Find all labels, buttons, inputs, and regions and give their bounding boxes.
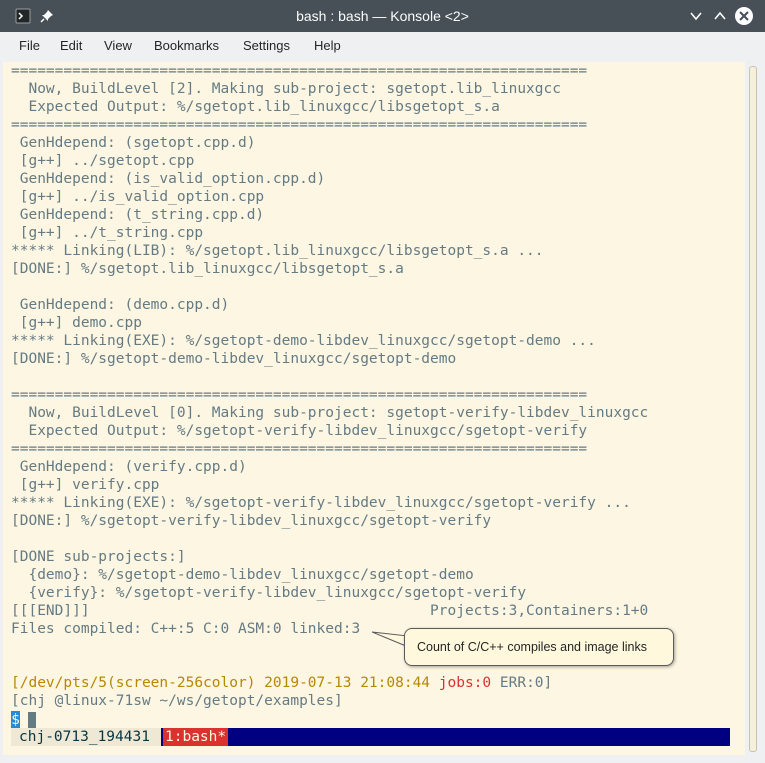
terminal-line: [DONE:] %/sgetopt-verify-libdev_linuxgcc… bbox=[11, 513, 492, 529]
terminal-line: GenHdepend: (verify.cpp.d) bbox=[11, 459, 247, 475]
terminal-line: Expected Output: %/sgetopt-verify-libdev… bbox=[11, 423, 588, 439]
terminal-line: [DONE sub-projects:] bbox=[11, 549, 186, 565]
close-icon[interactable] bbox=[734, 6, 754, 26]
terminal-line: ***** Linking(EXE): %/sgetopt-verify-lib… bbox=[11, 495, 631, 511]
menu-bar: File Edit View Bookmarks Settings Help bbox=[0, 32, 765, 60]
menu-edit[interactable]: Edit bbox=[60, 32, 82, 60]
konsole-window: bash : bash — Konsole <2> File Edit View… bbox=[0, 0, 765, 763]
terminal-line: GenHdepend: (sgetopt.cpp.d) bbox=[11, 135, 256, 151]
screen-window-tab[interactable]: 1:bash* bbox=[163, 728, 229, 746]
terminal-line: ***** Linking(LIB): %/sgetopt.lib_linuxg… bbox=[11, 243, 544, 259]
terminal-line: [[[END]]] Projects:3,Containers:1+0 bbox=[11, 603, 649, 619]
menu-view[interactable]: View bbox=[104, 32, 132, 60]
terminal-line: [g++] ../t_string.cpp bbox=[11, 225, 204, 241]
menu-bookmarks[interactable]: Bookmarks bbox=[154, 32, 219, 60]
terminal-line: GenHdepend: (demo.cpp.d) bbox=[11, 297, 230, 313]
text-cursor bbox=[28, 712, 36, 728]
prompt-jobs: jobs:0 bbox=[438, 675, 492, 691]
menu-help[interactable]: Help bbox=[314, 32, 341, 60]
terminal-line: [g++] ../is_valid_option.cpp bbox=[11, 189, 265, 205]
terminal-line: Now, BuildLevel [2]. Making sub-project:… bbox=[11, 81, 561, 97]
prompt-user-line: [chj @linux-71sw ~/ws/getopt/examples] bbox=[11, 693, 343, 709]
terminal-line: GenHdepend: (t_string.cpp.d) bbox=[11, 207, 265, 223]
annotation-callout: Count of C/C++ compiles and image links bbox=[404, 628, 674, 666]
maximize-icon[interactable] bbox=[711, 7, 729, 25]
screen-session-name: chj-0713_194431 bbox=[11, 728, 161, 746]
title-bar[interactable]: bash : bash — Konsole <2> bbox=[0, 0, 765, 32]
prompt-err: ERR:0] bbox=[491, 675, 553, 691]
prompt-dollar: $ bbox=[11, 711, 20, 729]
terminal-line: GenHdepend: (is_valid_option.cpp.d) bbox=[11, 171, 326, 187]
terminal-line: Now, BuildLevel [0]. Making sub-project:… bbox=[11, 405, 649, 421]
terminal-line: ========================================… bbox=[11, 387, 588, 403]
window-title: bash : bash — Konsole <2> bbox=[296, 8, 469, 24]
terminal-line: [g++] verify.cpp bbox=[11, 477, 160, 493]
vertical-scrollbar[interactable] bbox=[745, 62, 765, 755]
terminal-line: [g++] ../sgetopt.cpp bbox=[11, 153, 195, 169]
screen-status-bar: chj-0713_194431 1:bash* bbox=[11, 728, 730, 746]
terminal-line: ***** Linking(EXE): %/sgetopt-demo-libde… bbox=[11, 333, 596, 349]
terminal-line: [g++] demo.cpp bbox=[11, 315, 142, 331]
terminal-line: [DONE:] %/sgetopt.lib_linuxgcc/libsgetop… bbox=[11, 261, 404, 277]
terminal-line: ========================================… bbox=[11, 63, 588, 79]
minimize-icon[interactable] bbox=[687, 7, 705, 25]
terminal-line: {demo}: %/sgetopt-demo-libdev_linuxgcc/s… bbox=[11, 567, 474, 583]
files-compiled-line: Files compiled: C++:5 C:0 ASM:0 linked:3 bbox=[11, 621, 361, 637]
prompt-status-line: [/dev/pts/5(screen-256color) 2019-07-13 … bbox=[11, 674, 552, 692]
terminal-line: Expected Output: %/sgetopt.lib_linuxgcc/… bbox=[11, 99, 500, 115]
terminal-line: [DONE:] %/sgetopt-demo-libdev_linuxgcc/s… bbox=[11, 351, 457, 367]
terminal-line: ========================================… bbox=[11, 117, 588, 133]
scrollbar-thumb[interactable] bbox=[749, 66, 757, 752]
prompt-path: [/dev/pts/5(screen-256color) 2019-07-13 … bbox=[11, 675, 439, 691]
terminal-line: ========================================… bbox=[11, 441, 588, 457]
terminal-line: {verify}: %/sgetopt-verify-libdev_linuxg… bbox=[11, 585, 527, 601]
menu-settings[interactable]: Settings bbox=[243, 32, 290, 60]
menu-file[interactable]: File bbox=[19, 32, 40, 60]
